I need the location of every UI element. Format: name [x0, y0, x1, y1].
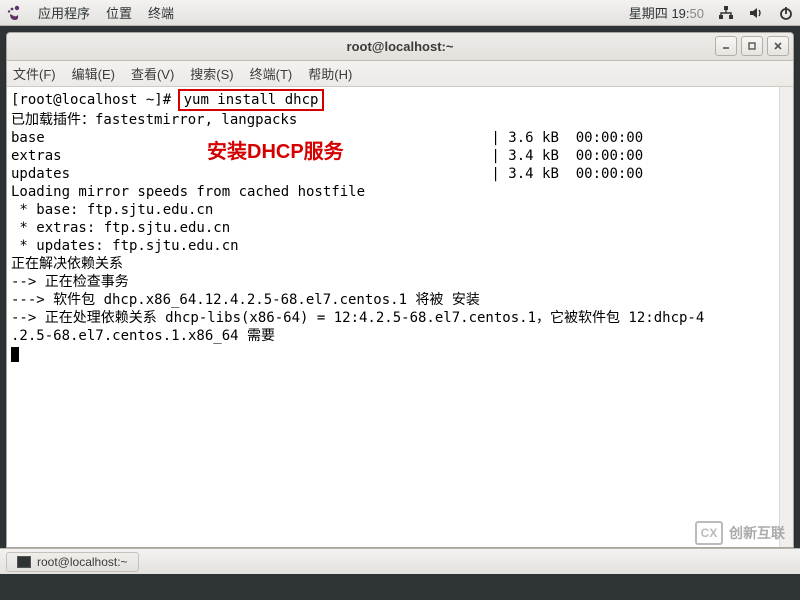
terminal-line: updates | 3.4 kB 00:00:00 [11, 166, 643, 182]
menu-edit[interactable]: 编辑(E) [72, 64, 115, 83]
taskbar-entry-label: root@localhost:~ [37, 555, 128, 569]
annotation-label: 安装DHCP服务 [207, 143, 344, 161]
watermark: CX 创新互联 [695, 521, 785, 545]
terminal-prompt: [root@localhost ~]# [11, 92, 171, 108]
command-highlight: yum install dhcp [178, 89, 325, 111]
clock-minute: 50 [690, 6, 704, 21]
panel-menu-terminal[interactable]: 终端 [148, 3, 174, 22]
gnome-logo-icon [6, 5, 22, 21]
maximize-button[interactable] [741, 36, 763, 56]
terminal-scrollbar[interactable] [779, 87, 793, 547]
panel-menu-applications[interactable]: 应用程序 [38, 3, 90, 22]
minimize-button[interactable] [715, 36, 737, 56]
terminal-line: ---> 软件包 dhcp.x86_64.12.4.2.5-68.el7.cen… [11, 292, 480, 308]
panel-menu-places[interactable]: 位置 [106, 3, 132, 22]
menu-view[interactable]: 查看(V) [131, 64, 174, 83]
watermark-logo-icon: CX [695, 521, 723, 545]
watermark-text: 创新互联 [729, 524, 785, 542]
terminal-line: Loading mirror speeds from cached hostfi… [11, 184, 365, 200]
window-title: root@localhost:~ [347, 39, 454, 54]
clock-hour: 19 [671, 6, 685, 21]
terminal-line: .2.5-68.el7.centos.1.x86_64 需要 [11, 328, 275, 344]
menu-file[interactable]: 文件(F) [13, 64, 56, 83]
terminal-viewport[interactable]: [root@localhost ~]# yum install dhcp 已加载… [7, 87, 793, 547]
terminal-line: * updates: ftp.sjtu.edu.cn [11, 238, 239, 254]
terminal-line: --> 正在处理依赖关系 dhcp-libs(x86-64) = 12:4.2.… [11, 310, 704, 326]
clock-day: 星期四 [629, 6, 668, 21]
bottom-taskbar: root@localhost:~ [0, 548, 800, 574]
menu-terminal[interactable]: 终端(T) [250, 64, 293, 83]
menu-help[interactable]: 帮助(H) [308, 64, 352, 83]
terminal-cursor [11, 347, 19, 362]
power-icon[interactable] [778, 5, 794, 21]
menubar: 文件(F) 编辑(E) 查看(V) 搜索(S) 终端(T) 帮助(H) [7, 61, 793, 87]
terminal-line: 正在解决依赖关系 [11, 256, 123, 272]
window-titlebar[interactable]: root@localhost:~ [7, 33, 793, 61]
terminal-line: * base: ftp.sjtu.edu.cn [11, 202, 213, 218]
terminal-window: root@localhost:~ 文件(F) 编辑(E) 查看(V) 搜索(S)… [6, 32, 794, 548]
close-button[interactable] [767, 36, 789, 56]
terminal-line: * extras: ftp.sjtu.edu.cn [11, 220, 230, 236]
taskbar-entry-terminal[interactable]: root@localhost:~ [6, 552, 139, 572]
gnome-top-panel: 应用程序 位置 终端 星期四 19:50 [0, 0, 800, 26]
network-icon[interactable] [718, 5, 734, 21]
terminal-line: 已加载插件：fastestmirror, langpacks [11, 112, 297, 128]
menu-search[interactable]: 搜索(S) [190, 64, 233, 83]
volume-icon[interactable] [748, 5, 764, 21]
panel-clock[interactable]: 星期四 19:50 [629, 3, 704, 22]
terminal-icon [17, 556, 31, 568]
terminal-line: --> 正在检查事务 [11, 274, 129, 290]
workspace: root@localhost:~ 文件(F) 编辑(E) 查看(V) 搜索(S)… [0, 26, 800, 574]
